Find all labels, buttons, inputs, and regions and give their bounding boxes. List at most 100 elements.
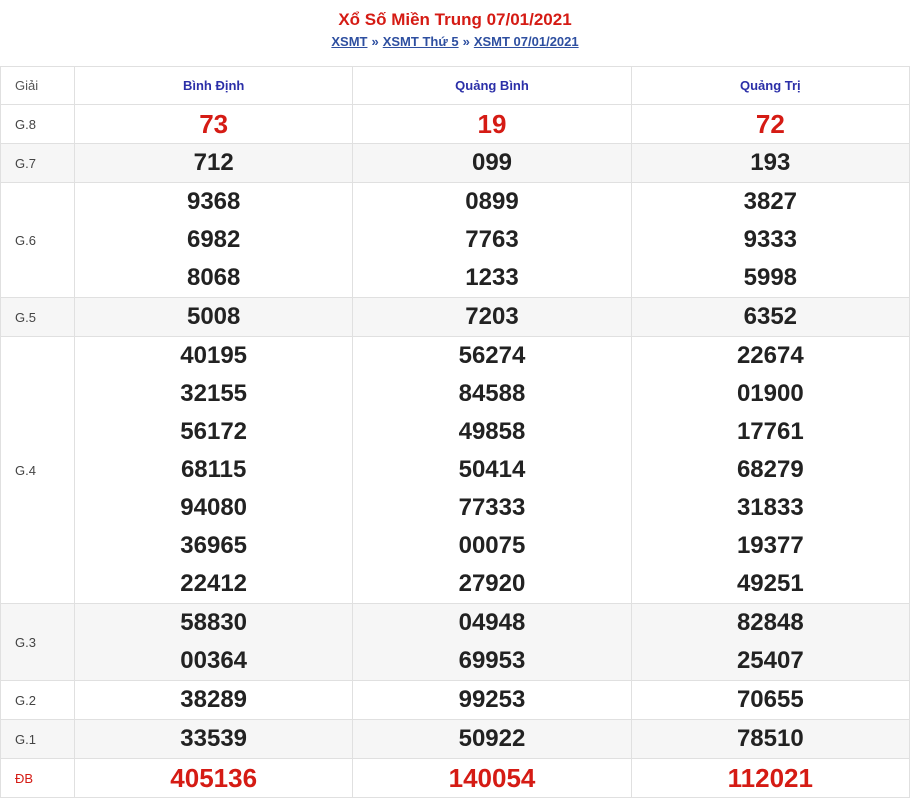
result-cell: 9368 6982 8068 (73, 182, 354, 298)
result-number: 58830 (180, 609, 248, 636)
result-cell: 22674 01900 17761 68279 31833 19377 49251 (630, 336, 910, 604)
result-number: 01900 (736, 380, 804, 407)
table-row: G.1 33539 50922 78510 (0, 719, 910, 759)
result-number: 00075 (458, 532, 526, 559)
result-number: 6982 (186, 226, 241, 253)
column-header-binh-dinh[interactable]: Bình Định (73, 66, 354, 105)
result-cell: 99253 (352, 680, 632, 720)
result-number: 77333 (458, 494, 526, 521)
result-number: 22412 (180, 570, 248, 597)
result-number: 33539 (180, 725, 248, 752)
result-cell: 33539 (73, 719, 354, 759)
result-number: 3827 (743, 188, 798, 215)
result-cell: 38289 (73, 680, 354, 720)
table-row: G.4 40195 32155 56172 68115 94080 36965 22412 56… (0, 336, 910, 604)
prize-label: G.7 (0, 143, 75, 183)
result-cell: 3827 9333 5998 (630, 182, 910, 298)
table-row: G.6 9368 6982 8068 0899 7763 1233 3827 9333 5998 (0, 182, 910, 298)
result-number: 00364 (180, 647, 248, 674)
result-number: 84588 (458, 380, 526, 407)
result-number: 5998 (743, 264, 798, 291)
result-cell: 19 (352, 104, 632, 144)
result-number: 40195 (180, 342, 248, 369)
result-cell: 78510 (630, 719, 910, 759)
table-row: G.3 58830 00364 04948 69953 82848 25407 (0, 603, 910, 681)
result-number: 04948 (458, 609, 526, 636)
result-number: 099 (471, 149, 513, 176)
result-cell: 5008 (73, 297, 354, 337)
result-number: 7203 (465, 303, 519, 330)
prize-label: G.6 (0, 182, 75, 298)
result-number: 9333 (743, 226, 798, 253)
breadcrumb: XSMT» XSMT Thứ 5» XSMT 07/01/2021 (0, 33, 910, 51)
result-number: 70655 (736, 686, 804, 713)
result-number: 8068 (186, 264, 241, 291)
result-number: 56274 (458, 342, 526, 369)
page-header: Xổ Số Miền Trung 07/01/2021 XSMT» XSMT Th… (0, 0, 910, 66)
breadcrumb-link-xsmt-thu5[interactable]: XSMT Thứ 5 (383, 34, 459, 49)
result-number: 49251 (736, 570, 804, 597)
page-title: Xổ Số Miền Trung 07/01/2021 (338, 10, 572, 29)
result-cell: 405136 (73, 758, 354, 798)
result-cell: 40195 32155 56172 68115 94080 36965 22412 (73, 336, 354, 604)
result-cell: 193 (630, 143, 910, 183)
result-cell: 099 (352, 143, 632, 183)
result-number: 73 (199, 109, 229, 139)
result-number: 72 (755, 109, 785, 139)
result-number: 0899 (465, 188, 519, 215)
result-number: 140054 (448, 763, 536, 793)
prize-label: G.1 (0, 719, 75, 759)
result-cell: 112021 (630, 758, 910, 798)
result-number: 25407 (736, 647, 804, 674)
result-cell: 58830 00364 (73, 603, 354, 681)
results-table: Giải Bình Định Quảng Bình Quảng Trị G.8 7… (0, 66, 910, 798)
result-number: 27920 (458, 570, 526, 597)
prize-label: G.4 (0, 336, 75, 604)
result-number: 405136 (170, 763, 258, 793)
result-number: 82848 (736, 609, 804, 636)
result-number: 22674 (736, 342, 804, 369)
result-number: 56172 (180, 418, 248, 445)
breadcrumb-separator: » (462, 34, 470, 49)
result-number: 50922 (458, 725, 526, 752)
result-cell: 0899 7763 1233 (352, 182, 632, 298)
result-cell: 72 (630, 104, 910, 144)
result-number: 36965 (180, 532, 248, 559)
result-number: 19377 (736, 532, 804, 559)
prize-label: G.8 (0, 104, 75, 144)
result-number: 69953 (458, 647, 526, 674)
result-cell: 04948 69953 (352, 603, 632, 681)
result-cell: 82848 25407 (630, 603, 910, 681)
column-header-prize: Giải (0, 66, 75, 105)
column-header-quang-binh[interactable]: Quảng Bình (352, 66, 632, 105)
result-cell: 6352 (630, 297, 910, 337)
column-header-quang-tri[interactable]: Quảng Trị (630, 66, 910, 105)
breadcrumb-link-xsmt[interactable]: XSMT (331, 34, 367, 49)
result-number: 5008 (186, 303, 241, 330)
breadcrumb-separator: » (371, 34, 379, 49)
result-number: 712 (193, 149, 234, 176)
result-cell: 7203 (352, 297, 632, 337)
result-number: 94080 (180, 494, 248, 521)
prize-label: G.2 (0, 680, 75, 720)
table-row: G.8 73 19 72 (0, 104, 910, 144)
result-number: 68115 (180, 456, 247, 483)
result-number: 9368 (186, 188, 241, 215)
result-number: 32155 (180, 380, 248, 407)
result-number: 6352 (743, 303, 798, 330)
result-number: 50414 (458, 456, 526, 483)
table-header-row: Giải Bình Định Quảng Bình Quảng Trị (0, 66, 910, 105)
prize-label: G.5 (0, 297, 75, 337)
result-number: 112021 (727, 763, 813, 793)
result-number: 31833 (736, 494, 804, 521)
result-cell: 712 (73, 143, 354, 183)
result-cell: 70655 (630, 680, 910, 720)
result-number: 68279 (736, 456, 804, 483)
result-number: 17761 (736, 418, 804, 445)
breadcrumb-link-xsmt-date[interactable]: XSMT 07/01/2021 (474, 34, 579, 49)
result-cell: 50922 (352, 719, 632, 759)
result-number: 1233 (465, 264, 519, 291)
result-number: 49858 (458, 418, 526, 445)
table-row: ĐB 405136 140054 112021 (0, 758, 910, 798)
result-cell: 56274 84588 49858 50414 77333 00075 27920 (352, 336, 632, 604)
